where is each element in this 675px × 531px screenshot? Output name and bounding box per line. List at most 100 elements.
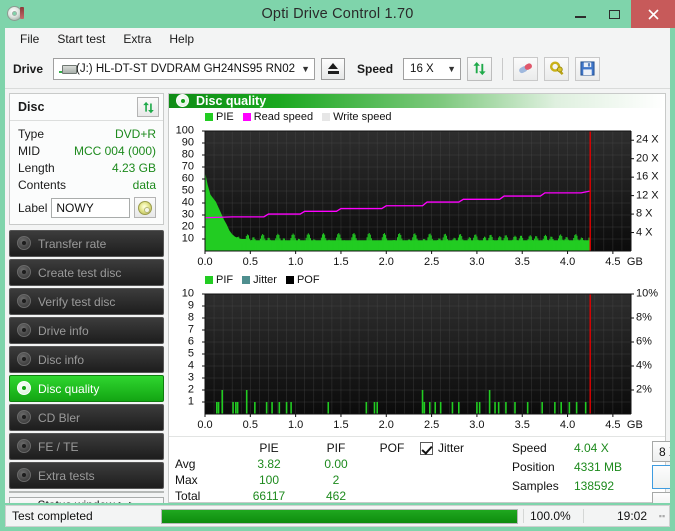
disc-icon (17, 352, 32, 367)
x-axis-tick-label: 1.0 (287, 256, 304, 268)
stats-max-pie: 100 (258, 473, 280, 487)
samples-readout-label: Samples (512, 479, 559, 493)
speed-readout-value: 4.04 X (574, 441, 609, 455)
main-body: Disc Type DVD+R MID MCC 004 (000) Length… (5, 89, 670, 503)
refresh-icon (473, 61, 486, 76)
save-button[interactable] (575, 56, 601, 81)
position-readout-label: Position (512, 460, 555, 474)
stats-readout: Speed 4.04 X Position 4331 MB Samples 13… (504, 441, 652, 503)
eject-button[interactable] (321, 57, 346, 80)
window-title: Opti Drive Control 1.70 (261, 6, 414, 22)
x-axis-tick-label: 2.5 (423, 419, 440, 431)
speed-readout-label: Speed (512, 441, 547, 455)
stats-row-label-max: Max (175, 473, 198, 487)
y2-axis-tick-label: 8 X (636, 207, 653, 220)
pif-chart-legend: PIF Jitter POF (169, 273, 665, 286)
speed-select[interactable]: 16 X ▼ (403, 57, 462, 80)
menu-item-help[interactable]: Help (160, 29, 203, 50)
legend-item-write-speed: Write speed (322, 111, 392, 123)
start-part-button[interactable]: Start part (652, 492, 670, 503)
x-axis-tick-label: 1.5 (333, 419, 349, 431)
disc-label-input[interactable]: NOWY (51, 197, 130, 218)
y-axis-tick-label: 5 (187, 347, 194, 360)
x-axis-tick-label: 0.0 (197, 419, 213, 431)
sidebar-item-label: Create test disc (38, 265, 122, 280)
x-axis-tick-label: 4.5 (605, 256, 621, 268)
legend-item-jitter: Jitter (242, 274, 277, 286)
disc-label-label: Label (18, 200, 48, 215)
stats-max-pif: 2 (332, 473, 340, 487)
test-speed-value: 8 X (659, 444, 670, 459)
drive-select-value: (J:) HL-DT-ST DVDRAM GH24NS95 RN02 (76, 62, 296, 75)
menu-item-extra[interactable]: Extra (114, 29, 160, 50)
y-axis-tick-label: 50 (181, 184, 194, 197)
y-axis-tick-label: 60 (181, 172, 194, 185)
erase-button[interactable] (513, 56, 539, 81)
y-axis-tick-label: 10 (181, 287, 194, 300)
menu-item-file[interactable]: File (11, 29, 48, 50)
legend-swatch (205, 275, 213, 284)
progress-bar (161, 508, 518, 524)
jitter-checkbox[interactable] (420, 441, 433, 455)
samples-readout-value: 138592 (574, 479, 615, 493)
pie-chart: PIE Read speed Write speed 10 20 30 40 5… (169, 110, 665, 271)
title-bar: Opti Drive Control 1.70 (0, 0, 675, 28)
disc-row-type: Type DVD+R (18, 126, 156, 143)
sidebar-item-extra-tests[interactable]: Extra tests (9, 462, 164, 489)
jitter-toggle[interactable]: Jitter (420, 441, 504, 455)
sidebar-item-disc-quality[interactable]: Disc quality (9, 375, 164, 402)
panel-header: Disc quality (169, 94, 665, 108)
x-axis-unit-label: GB (626, 419, 643, 431)
disc-icon (138, 200, 152, 215)
menu-bar: File Start test Extra Help (5, 28, 670, 49)
drive-select[interactable]: (J:) HL-DT-ST DVDRAM GH24NS95 RN02 ▼ (53, 57, 316, 80)
chevron-down-icon: ▼ (447, 63, 456, 74)
test-controls: 8 X ▼ Start full Start part (652, 441, 670, 503)
disc-label-button[interactable] (134, 197, 156, 218)
sidebar-item-transfer-rate[interactable]: Transfer rate (9, 230, 164, 257)
x-axis-tick-label: 2.0 (378, 419, 394, 431)
disc-icon (17, 236, 32, 251)
sidebar-item-verify-test-disc[interactable]: Verify test disc (9, 288, 164, 315)
sidebar-item-fe-te[interactable]: FE / TE (9, 433, 164, 460)
y-axis-tick-label: 9 (187, 299, 194, 312)
stats-table: PIE PIF POF Avg 3.82 0.00 Max 100 2 Tota… (169, 441, 414, 503)
stats-avg-pif: 0.00 (324, 457, 348, 471)
test-speed-select[interactable]: 8 X ▼ (652, 441, 670, 462)
settings-button[interactable] (544, 56, 570, 81)
save-icon (580, 61, 595, 76)
status-window-button[interactable]: Status window > > (9, 497, 164, 503)
y-axis-tick-label: 40 (181, 196, 194, 209)
y-axis-tick-label: 8 (187, 311, 194, 324)
legend-label: PIE (216, 110, 234, 123)
y-axis-tick-label: 3 (187, 371, 194, 384)
sidebar-item-label: Drive info (38, 323, 89, 338)
stats-avg-pof (367, 457, 417, 471)
panel-title: Disc quality (196, 94, 267, 108)
refresh-button[interactable] (467, 56, 493, 81)
sidebar-item-label: Disc info (38, 352, 85, 367)
resize-grip-icon[interactable]: ▪▪ (655, 511, 669, 521)
sidebar-item-disc-info[interactable]: Disc info (9, 346, 164, 373)
legend-label: Read speed (253, 110, 314, 123)
disc-type-label: Type (18, 127, 45, 141)
erase-icon (519, 63, 532, 74)
y2-axis-tick-label: 24 X (636, 133, 659, 146)
sidebar-item-label: Extra tests (38, 468, 95, 483)
disc-refresh-button[interactable] (137, 97, 159, 117)
sidebar-item-cd-bler[interactable]: CD Bler (9, 404, 164, 431)
y-axis-tick-label: 70 (181, 160, 194, 173)
disc-icon (17, 265, 32, 280)
start-full-button[interactable]: Start full (652, 465, 670, 489)
sidebar-item-drive-info[interactable]: Drive info (9, 317, 164, 344)
legend-swatch (205, 112, 213, 121)
stats-grid: PIE PIF POF Avg 3.82 0.00 Max 100 2 Tota… (175, 441, 414, 503)
y2-axis-tick-label: 16 X (636, 170, 659, 183)
legend-swatch (242, 112, 251, 121)
sidebar-item-create-test-disc[interactable]: Create test disc (9, 259, 164, 286)
drive-label: Drive (13, 61, 44, 76)
menu-item-start-test[interactable]: Start test (48, 29, 114, 50)
charts-container: PIE Read speed Write speed 10 20 30 40 5… (169, 108, 665, 434)
disc-row-length: Length 4.23 GB (18, 160, 156, 177)
y2-axis-tick-label: 4 X (636, 226, 653, 239)
